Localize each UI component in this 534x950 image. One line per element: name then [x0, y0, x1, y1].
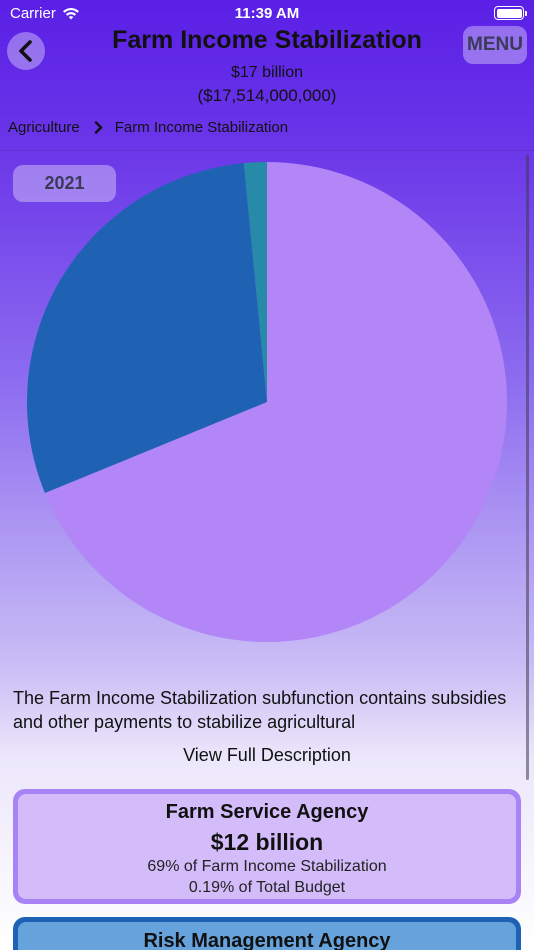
agency-card-body: Farm Service Agency $12 billion 69% of F… — [18, 794, 516, 899]
agency-card-risk-management[interactable]: Risk Management Agency — [13, 917, 521, 950]
total-amount-short: $17 billion — [230, 64, 304, 81]
menu-button[interactable]: MENU — [463, 26, 527, 64]
status-bar: Carrier 11:39 AM — [0, 0, 534, 28]
agency-card-farm-service[interactable]: Farm Service Agency $12 billion 69% of F… — [13, 789, 521, 904]
total-amount-full: ($17,514,000,000) — [197, 86, 337, 105]
breadcrumb-item-agriculture[interactable]: Agriculture — [8, 119, 80, 136]
budget-pie-chart[interactable] — [26, 161, 508, 643]
chevron-right-icon — [94, 121, 103, 134]
agency-amount: $12 billion — [210, 829, 324, 855]
agency-name: Farm Service Agency — [165, 801, 369, 823]
agency-name: Risk Management Agency — [143, 930, 391, 950]
agency-pct-parent: 69% of Farm Income Stabilization — [147, 858, 387, 875]
header-divider — [0, 150, 534, 151]
view-full-description-link[interactable]: View Full Description — [0, 745, 534, 766]
agency-pct-total: 0.19% of Total Budget — [188, 879, 346, 896]
breadcrumb-item-current: Farm Income Stabilization — [114, 119, 289, 136]
agency-card-body: Risk Management Agency — [18, 922, 516, 950]
breadcrumb: Agriculture Farm Income Stabilization — [8, 119, 288, 136]
page-title: Farm Income Stabilization — [112, 26, 422, 54]
description-text: The Farm Income Stabilization subfunctio… — [13, 688, 507, 732]
scrollbar[interactable] — [526, 155, 529, 780]
battery-icon — [494, 6, 527, 20]
year-selector[interactable]: 2021 — [13, 165, 116, 202]
status-time: 11:39 AM — [234, 5, 300, 22]
